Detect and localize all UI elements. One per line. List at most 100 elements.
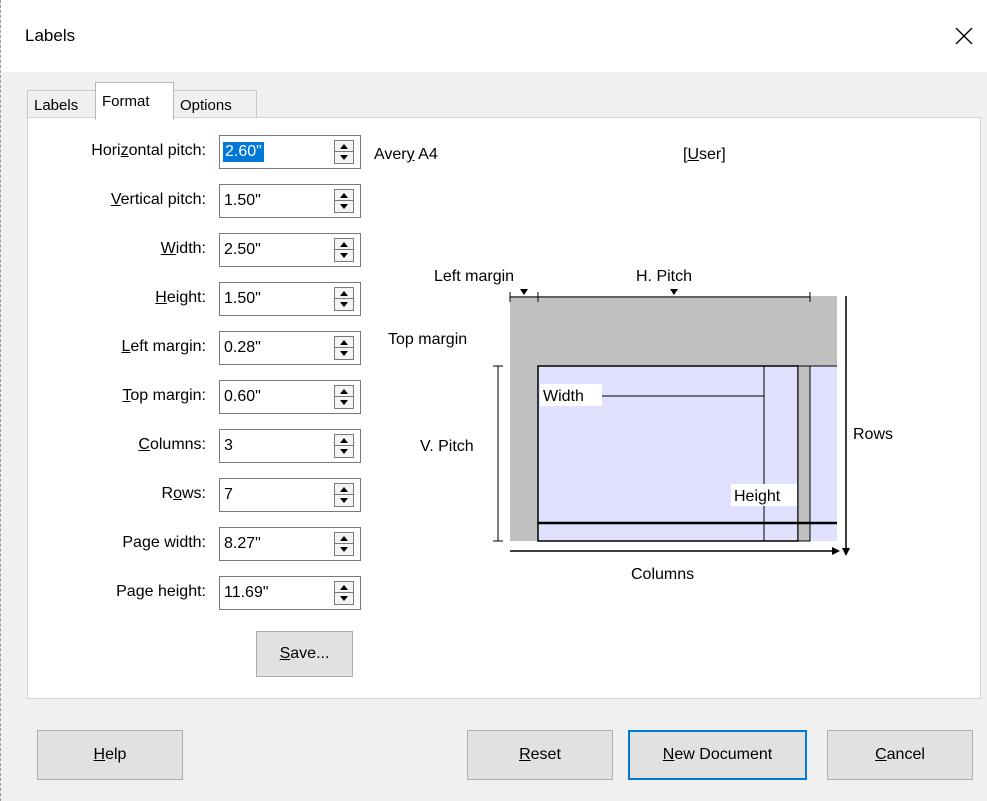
decrement-button[interactable] (335, 593, 353, 604)
diagram-h-pitch-label: H. Pitch (636, 268, 692, 285)
decrement-button[interactable] (335, 495, 353, 506)
field-label: Rows: (161, 485, 206, 502)
spin-buttons (334, 336, 354, 360)
spin-buttons (334, 581, 354, 605)
increment-button[interactable] (335, 239, 353, 250)
spin-field[interactable]: 0.60" (219, 380, 361, 414)
decrement-button[interactable] (335, 250, 353, 261)
title-bar: Labels (1, 0, 987, 72)
spin-buttons (334, 434, 354, 458)
arrow-down-icon (340, 596, 348, 601)
field-label: Height: (155, 289, 206, 306)
spin-field[interactable]: 7 (219, 478, 361, 512)
spin-value[interactable]: 8.27" (224, 534, 261, 554)
spin-value[interactable]: 3 (224, 436, 233, 456)
spin-buttons (334, 140, 354, 164)
spin-value[interactable]: 11.69" (224, 583, 269, 603)
tab-format[interactable]: Format (95, 82, 174, 120)
increment-button[interactable] (335, 582, 353, 593)
spin-field[interactable]: 1.50" (219, 282, 361, 316)
diagram-width-label: Width (543, 388, 584, 405)
decrement-button[interactable] (335, 397, 353, 408)
help-button[interactable]: Help (37, 730, 183, 780)
arrow-down-icon (340, 449, 348, 454)
decrement-button[interactable] (335, 446, 353, 457)
diagram-columns-label: Columns (631, 566, 694, 583)
spin-value[interactable]: 1.50" (224, 191, 261, 211)
dialog-title: Labels (25, 26, 76, 45)
tab-options[interactable]: Options (173, 90, 257, 120)
field-label: Width: (160, 240, 206, 257)
label-layout-diagram: Left margin H. Pitch Top margin V. Pitch… (388, 268, 893, 583)
arrow-down-icon (340, 400, 348, 405)
spin-value[interactable]: 0.60" (224, 387, 261, 407)
decrement-button[interactable] (335, 152, 353, 163)
increment-button[interactable] (335, 533, 353, 544)
labels-dialog: Labels Labels Format Options Horizontal … (0, 0, 987, 801)
increment-button[interactable] (335, 484, 353, 495)
arrow-up-icon (340, 536, 348, 541)
arrow-down-icon (340, 498, 348, 503)
diagram-top-margin-label: Top margin (388, 331, 467, 348)
diagram-column-gap (797, 365, 811, 542)
arrow-down-icon (340, 302, 348, 307)
arrow-up-icon (340, 291, 348, 296)
increment-button[interactable] (335, 190, 353, 201)
spin-field[interactable]: 8.27" (219, 527, 361, 561)
close-button[interactable] (940, 14, 987, 58)
increment-button[interactable] (335, 386, 353, 397)
spin-value[interactable]: 0.28" (224, 338, 261, 358)
spin-field[interactable]: 11.69" (219, 576, 361, 610)
arrow-up-icon (340, 144, 348, 149)
reset-button[interactable]: Reset (467, 730, 613, 780)
spin-value[interactable]: 2.60" (223, 142, 264, 162)
spin-value[interactable]: 1.50" (224, 289, 261, 309)
spin-field[interactable]: 2.60" (219, 135, 361, 169)
field-label: Horizontal pitch: (91, 142, 206, 159)
decrement-button[interactable] (335, 299, 353, 310)
arrow-down-icon (340, 253, 348, 258)
diagram-rows-label: Rows (853, 426, 893, 443)
increment-button[interactable] (335, 337, 353, 348)
field-label: Page width: (122, 534, 206, 551)
save-button[interactable]: Save... (256, 631, 353, 677)
spin-buttons (334, 287, 354, 311)
arrow-up-icon (340, 487, 348, 492)
arrow-down-icon (340, 204, 348, 209)
increment-button[interactable] (335, 141, 353, 152)
increment-button[interactable] (335, 435, 353, 446)
arrow-down-icon (340, 155, 348, 160)
left-margin-marker (520, 289, 528, 295)
arrow-up-icon (340, 389, 348, 394)
decrement-button[interactable] (335, 544, 353, 555)
label-type: [User] (683, 146, 726, 163)
spin-field[interactable]: 3 (219, 429, 361, 463)
spin-buttons (334, 189, 354, 213)
rows-arrow-head (842, 548, 850, 556)
spin-value[interactable]: 7 (224, 485, 233, 505)
arrow-up-icon (340, 242, 348, 247)
diagram-v-pitch-label: V. Pitch (420, 438, 474, 455)
diagram-left-margin-label: Left margin (434, 268, 514, 285)
decrement-button[interactable] (335, 348, 353, 359)
spin-value[interactable]: 2.50" (224, 240, 261, 260)
arrow-up-icon (340, 340, 348, 345)
cancel-button[interactable]: Cancel (827, 730, 973, 780)
arrow-down-icon (340, 351, 348, 356)
spin-buttons (334, 238, 354, 262)
arrow-up-icon (340, 438, 348, 443)
arrow-up-icon (340, 585, 348, 590)
h-pitch-marker (670, 289, 678, 295)
decrement-button[interactable] (335, 201, 353, 212)
new-document-button[interactable]: New Document (628, 730, 807, 780)
arrow-up-icon (340, 193, 348, 198)
increment-button[interactable] (335, 288, 353, 299)
spin-field[interactable]: 0.28" (219, 331, 361, 365)
label-brand: Avery A4 (374, 146, 438, 163)
field-label: Top margin: (122, 387, 206, 404)
spin-field[interactable]: 2.50" (219, 233, 361, 267)
spin-field[interactable]: 1.50" (219, 184, 361, 218)
field-label: Left margin: (121, 338, 207, 355)
format-tab-panel: Horizontal pitch: 2.60" Vertical pitch: 1.5… (27, 117, 981, 699)
tab-labels[interactable]: Labels (27, 90, 97, 120)
